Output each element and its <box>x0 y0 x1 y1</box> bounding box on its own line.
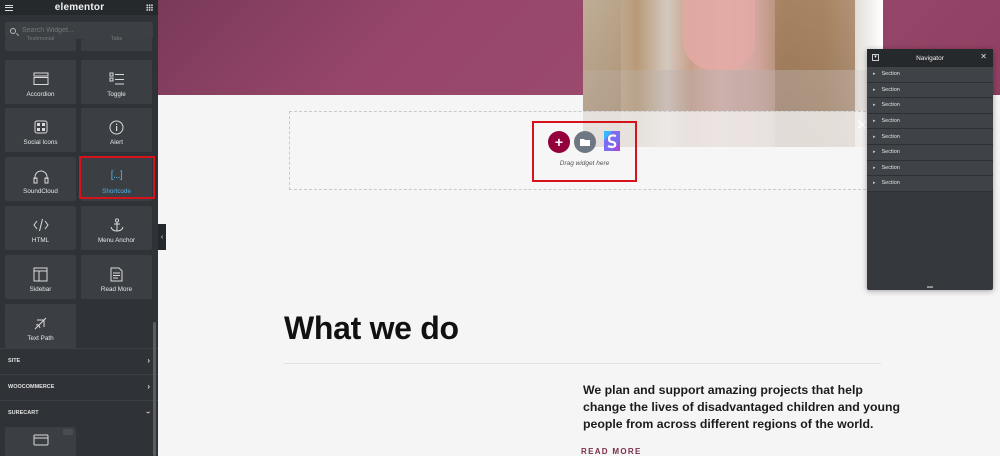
widget-label: Sidebar <box>29 286 52 293</box>
headphones-icon <box>33 168 49 184</box>
card-icon <box>33 432 49 448</box>
category-surecart[interactable]: SURECART › <box>0 400 158 424</box>
section-paragraph: We plan and support amazing projects tha… <box>583 383 901 431</box>
widget-label: Text Path <box>27 335 54 342</box>
widget-tile-html[interactable]: HTML <box>5 206 76 250</box>
add-section-button[interactable]: + <box>548 131 570 153</box>
navigator-panel: ▾ Navigator ✕ ▸ Section ▸ Section ▸ Section ▸ S… <box>867 49 993 290</box>
navigator-item-label: Section <box>881 118 900 125</box>
elementor-logo: elementor <box>54 2 105 13</box>
widget-tile-toggle[interactable]: Toggle <box>81 60 152 104</box>
navigator-item-section[interactable]: ▸ Section <box>867 67 993 83</box>
section-heading: What we do <box>284 310 459 346</box>
caret-right-icon[interactable]: ▸ <box>873 149 876 155</box>
accordion-icon <box>33 71 49 87</box>
caret-right-icon[interactable]: ▸ <box>873 118 876 124</box>
widget-tile-alert[interactable]: Alert <box>81 108 152 152</box>
elementor-editor: elementor Testimonial Tabs Accordion Tog… <box>0 0 1000 456</box>
widget-tile-read-more[interactable]: Read More <box>81 255 152 299</box>
navigator-item-label: Section <box>881 133 900 140</box>
category-label: SURECART <box>8 409 39 416</box>
widget-label: Menu Anchor <box>97 237 136 244</box>
navigator-item-label: Section <box>881 164 900 171</box>
pro-badge-icon <box>63 429 73 435</box>
caret-right-icon[interactable]: ▸ <box>873 165 876 171</box>
surecart-icon <box>604 131 620 151</box>
navigator-item-label: Section <box>881 86 900 93</box>
add-template-button[interactable] <box>574 131 596 153</box>
category-label: WOOCOMMERCE <box>8 383 55 390</box>
widget-tile-accordion[interactable]: Accordion <box>5 60 76 104</box>
caret-right-icon[interactable]: ▸ <box>873 180 876 186</box>
social-icons-icon <box>34 119 48 135</box>
sidebar-icon <box>33 266 48 282</box>
category-label: SITE <box>8 357 21 364</box>
anchor-icon <box>109 217 125 233</box>
widget-tile-text-path[interactable]: Text Path <box>5 304 76 348</box>
close-icon[interactable]: ✕ <box>980 52 987 61</box>
navigator-title: Navigator <box>916 54 944 62</box>
widget-label: Accordion <box>26 91 55 98</box>
toggle-icon <box>109 71 125 87</box>
code-icon <box>32 217 49 233</box>
panel-scrollbar[interactable] <box>153 322 156 456</box>
navigator-item-section[interactable]: ▸ Section <box>867 144 993 161</box>
widget-label: Toggle <box>107 91 126 98</box>
resize-handle-icon[interactable]: ▬ <box>927 284 933 290</box>
shortcode-highlight-box <box>79 156 155 199</box>
text-path-icon <box>33 315 48 331</box>
navigator-header: ▾ Navigator ✕ <box>867 49 993 67</box>
divider <box>284 363 881 364</box>
navigator-item-label: Section <box>881 71 900 78</box>
chevron-right-icon: › <box>147 382 150 391</box>
widget-label: HTML <box>31 237 50 244</box>
widget-tile-tabs[interactable]: Tabs <box>81 36 152 51</box>
widget-tile-surecart[interactable] <box>5 427 76 456</box>
collapse-panel-button[interactable]: ‹ <box>158 224 166 250</box>
widget-label: Tabs <box>110 36 123 42</box>
caret-right-icon[interactable]: ▸ <box>873 134 876 140</box>
widget-tile-soundcloud[interactable]: SoundCloud <box>5 157 76 201</box>
caret-right-icon[interactable]: ▸ <box>873 102 876 108</box>
chevron-right-icon: › <box>147 356 150 365</box>
read-more-link[interactable]: READ MORE <box>581 447 642 456</box>
navigator-item-section[interactable]: ▸ Section <box>867 113 993 130</box>
read-more-icon <box>110 266 123 282</box>
navigator-item-label: Section <box>881 180 900 187</box>
caret-right-icon[interactable]: ▸ <box>873 71 876 77</box>
widget-tile-social-icons[interactable]: Social Icons <box>5 108 76 152</box>
search-icon <box>10 27 16 34</box>
navigator-item-section[interactable]: ▸ Section <box>867 82 993 99</box>
search-input[interactable] <box>22 27 142 34</box>
caret-right-icon[interactable]: ▸ <box>873 87 876 93</box>
widgets-grid-icon[interactable] <box>146 4 153 11</box>
hamburger-menu-icon[interactable] <box>5 4 13 11</box>
widget-tile-testimonial[interactable]: Testimonial <box>5 36 76 51</box>
navigator-item-section[interactable]: ▸ Section <box>867 98 993 114</box>
navigator-item-section[interactable]: ▸ Section <box>867 160 993 177</box>
category-woocommerce[interactable]: WOOCOMMERCE › <box>0 374 158 398</box>
widget-label: SoundCloud <box>23 188 58 195</box>
widget-label: Testimonial <box>26 36 55 42</box>
chevron-down-icon: › <box>144 411 154 414</box>
collapse-all-icon[interactable]: ▾ <box>872 54 879 61</box>
category-site[interactable]: SITE › <box>0 348 158 372</box>
widget-label: Alert <box>110 139 123 146</box>
surecart-logo-button[interactable] <box>600 129 624 153</box>
alert-icon <box>109 119 124 135</box>
widget-label: Read More <box>100 286 133 293</box>
widget-tile-sidebar[interactable]: Sidebar <box>5 255 76 299</box>
navigator-item-label: Section <box>881 102 900 109</box>
navigator-item-label: Section <box>881 149 900 156</box>
widget-label: Social Icons <box>23 139 58 146</box>
navigator-item-section[interactable]: ▸ Section <box>867 129 993 145</box>
panel-header: elementor <box>0 0 158 15</box>
navigator-item-section[interactable]: ▸ Section <box>867 176 993 192</box>
drag-widget-hint: Drag widget here <box>559 160 610 167</box>
widget-panel: elementor Testimonial Tabs Accordion Tog… <box>0 0 158 456</box>
folder-icon <box>580 139 590 146</box>
widget-tile-menu-anchor[interactable]: Menu Anchor <box>81 206 152 250</box>
